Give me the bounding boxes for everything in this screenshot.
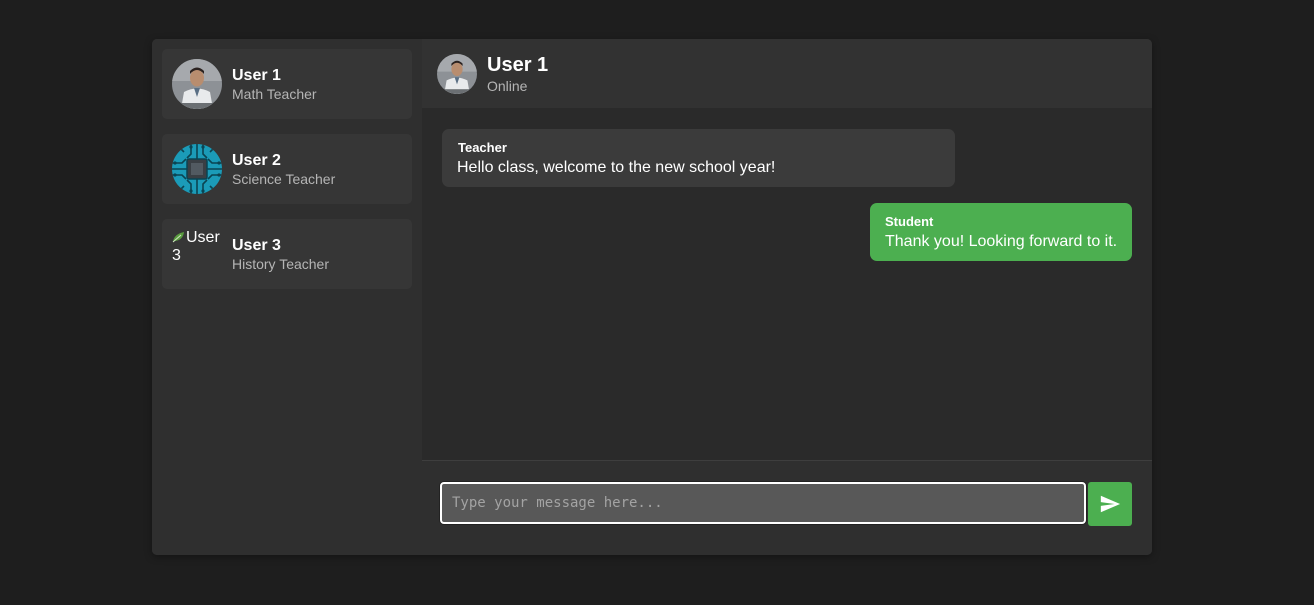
contact-name: User 2 — [232, 152, 281, 169]
chat-title: User 1 — [487, 54, 549, 76]
message-list[interactable]: Teacher Hello class, welcome to the new … — [422, 108, 1152, 460]
contact-sidebar: User 1 Math Teacher User 2 Science Teach… — [152, 39, 422, 555]
message-bubble-outgoing: Student Thank you! Looking forward to it… — [870, 203, 1132, 261]
message-sender: Teacher — [458, 140, 507, 155]
avatar: User 3 — [172, 229, 222, 279]
contact-role: Science Teacher — [232, 171, 336, 187]
contact-item-user-2[interactable]: User 2 Science Teacher — [162, 134, 412, 204]
avatar — [172, 144, 222, 194]
contact-name: User 3 — [232, 237, 281, 254]
chat-panel: User 1 Online Teacher Hello class, welco… — [422, 39, 1152, 555]
avatar — [172, 59, 222, 109]
contact-item-user-1[interactable]: User 1 Math Teacher — [162, 49, 412, 119]
message-text: Thank you! Looking forward to it. — [885, 233, 1118, 250]
avatar — [437, 54, 477, 94]
status-text: Online — [487, 78, 528, 94]
message-bubble-incoming: Teacher Hello class, welcome to the new … — [442, 129, 955, 187]
message-text: Hello class, welcome to the new school y… — [457, 159, 776, 176]
contact-item-user-3[interactable]: User 3 User 3 History Teacher — [162, 219, 412, 289]
contact-name: User 1 — [232, 67, 281, 84]
composer-bar — [422, 460, 1152, 555]
broken-image-icon — [172, 232, 184, 243]
chat-header: User 1 Online — [422, 39, 1152, 108]
send-button[interactable] — [1088, 482, 1132, 526]
contact-role: Math Teacher — [232, 86, 317, 102]
message-sender: Student — [885, 214, 934, 229]
send-icon — [1100, 495, 1121, 513]
chat-app: User 1 Math Teacher User 2 Science Teach… — [152, 39, 1152, 555]
contact-role: History Teacher — [232, 256, 330, 272]
message-input[interactable] — [440, 482, 1086, 524]
